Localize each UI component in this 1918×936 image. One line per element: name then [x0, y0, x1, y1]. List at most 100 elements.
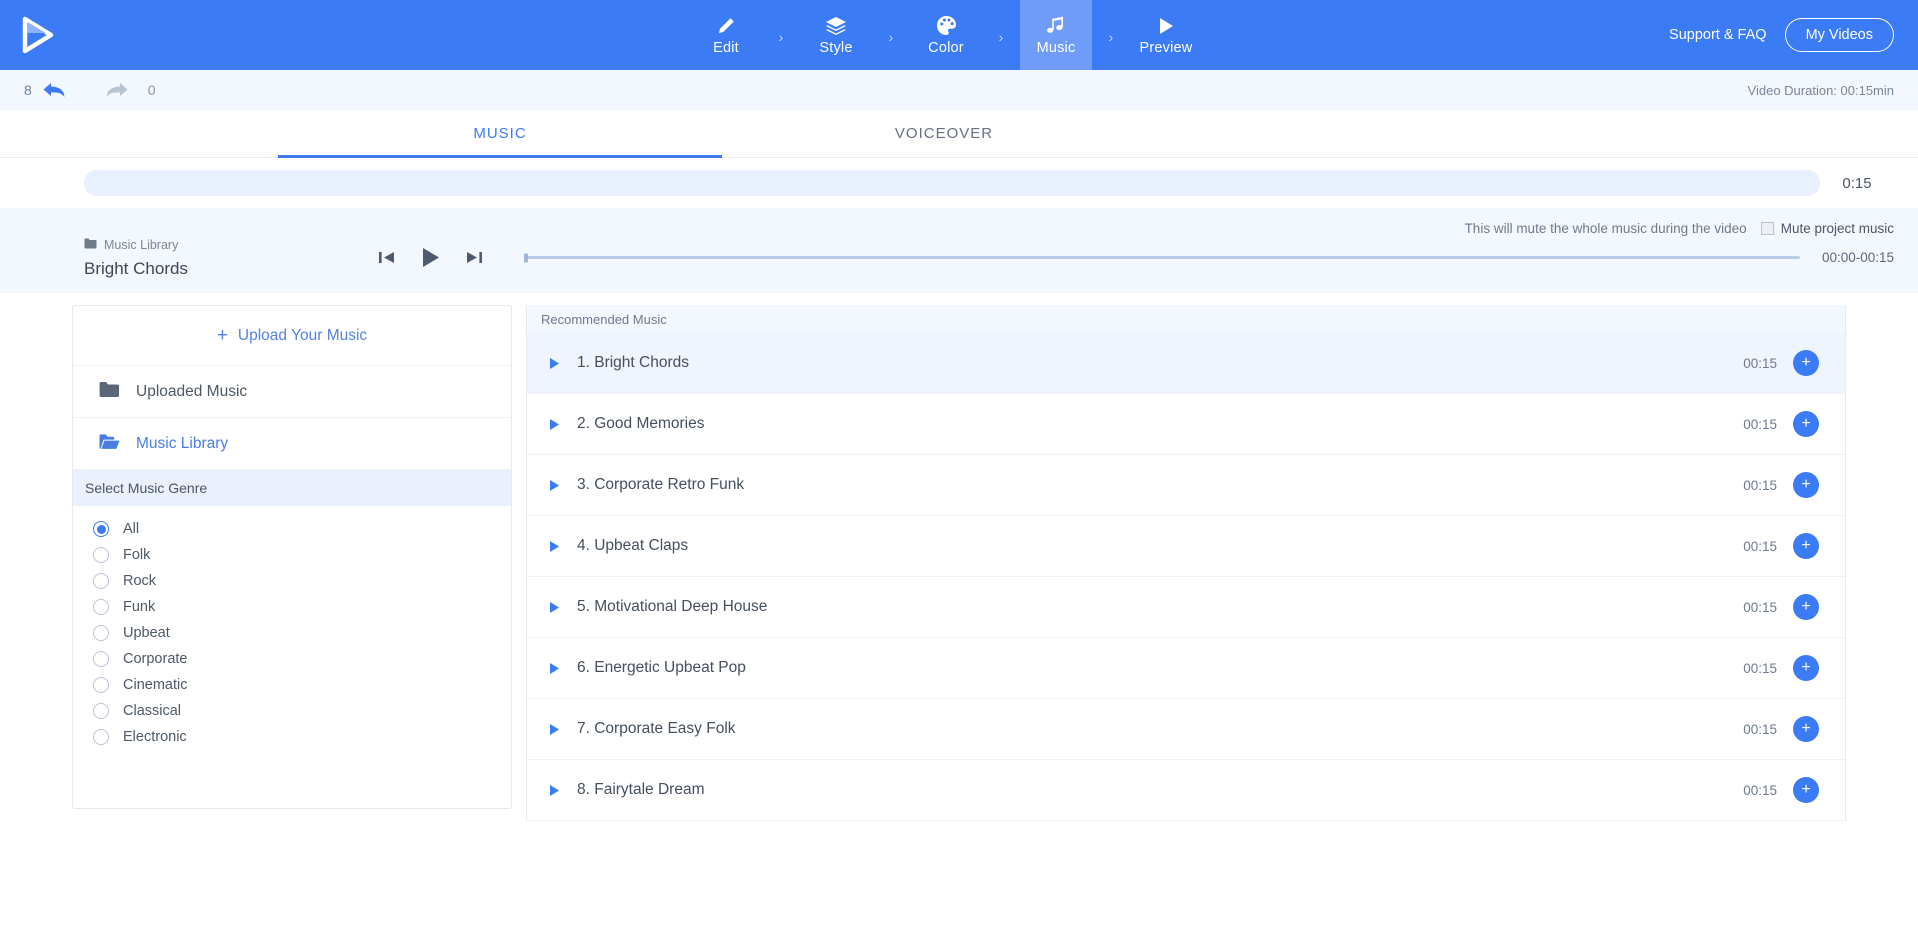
pencil-icon — [716, 15, 736, 37]
skip-back-icon[interactable] — [378, 250, 395, 265]
support-faq-link[interactable]: Support & FAQ — [1669, 27, 1767, 43]
track-duration: 00:15 — [1743, 599, 1777, 615]
track-title: 2. Good Memories — [577, 415, 705, 432]
track-row[interactable]: 8. Fairytale Dream 00:15 + — [527, 760, 1845, 821]
nav-item-color[interactable]: Color — [910, 0, 982, 70]
play-triangle-icon[interactable] — [549, 418, 577, 431]
folder-item-uploaded-music[interactable]: Uploaded Music — [73, 366, 511, 418]
timeline-track[interactable] — [84, 170, 1820, 196]
nav-item-preview[interactable]: Preview — [1130, 0, 1202, 70]
undo-arrow-icon[interactable] — [41, 80, 67, 100]
track-row[interactable]: 2. Good Memories 00:15 + — [527, 394, 1845, 455]
undo-count: 8 — [24, 82, 32, 98]
folder-item-music-library[interactable]: Music Library — [73, 418, 511, 470]
music-player: This will mute the whole music during th… — [0, 208, 1918, 293]
add-track-button[interactable]: + — [1793, 594, 1819, 620]
add-track-button[interactable]: + — [1793, 716, 1819, 742]
play-triangle-icon[interactable] — [549, 723, 577, 736]
genre-option-all[interactable]: All — [73, 516, 511, 542]
header-actions: Support & FAQ My Videos — [1669, 0, 1894, 70]
track-title: 3. Corporate Retro Funk — [577, 476, 745, 493]
my-videos-button[interactable]: My Videos — [1784, 18, 1894, 52]
mute-checkbox[interactable] — [1760, 221, 1774, 235]
track-duration: 00:15 — [1743, 721, 1777, 737]
genre-option-corporate[interactable]: Corporate — [73, 646, 511, 672]
genre-label: Corporate — [123, 651, 188, 667]
folder-closed-icon — [99, 381, 120, 403]
genre-option-funk[interactable]: Funk — [73, 594, 511, 620]
genre-radio[interactable] — [93, 703, 109, 719]
track-title: 8. Fairytale Dream — [577, 781, 705, 798]
skip-forward-icon[interactable] — [466, 250, 483, 265]
genre-option-folk[interactable]: Folk — [73, 542, 511, 568]
play-triangle-icon[interactable] — [549, 357, 577, 370]
genre-option-classical[interactable]: Classical — [73, 698, 511, 724]
tab-music[interactable]: MUSIC — [278, 110, 722, 158]
music-content: + Upload Your Music Uploaded Music Music … — [0, 293, 1918, 821]
nav-item-label: Style — [819, 39, 853, 56]
tab-voiceover[interactable]: VOICEOVER — [722, 110, 1166, 157]
nav-item-music[interactable]: Music — [1020, 0, 1092, 70]
genre-radio[interactable] — [93, 547, 109, 563]
folder-icon — [84, 236, 97, 254]
genre-option-upbeat[interactable]: Upbeat — [73, 620, 511, 646]
genre-radio[interactable] — [93, 625, 109, 641]
track-row[interactable]: 3. Corporate Retro Funk 00:15 + — [527, 455, 1845, 516]
timeline-row: 0:15 — [0, 158, 1918, 208]
genre-radio[interactable] — [93, 599, 109, 615]
track-duration: 00:15 — [1743, 355, 1777, 371]
track-list: 1. Bright Chords 00:15 +2. Good Memories 00… — [527, 333, 1845, 821]
main-nav: Edit › Style › Color › Music › Preview — [690, 0, 1202, 70]
mute-project-music-control[interactable]: Mute project music — [1760, 221, 1894, 236]
genre-label: Electronic — [123, 729, 187, 745]
player-track-meta: Music Library Bright Chords — [84, 236, 320, 279]
genre-radio[interactable] — [93, 651, 109, 667]
add-track-button[interactable]: + — [1793, 777, 1819, 803]
panel-tabs: MUSIC VOICEOVER — [0, 110, 1918, 158]
track-row[interactable]: 5. Motivational Deep House 00:15 + — [527, 577, 1845, 638]
genre-option-rock[interactable]: Rock — [73, 568, 511, 594]
track-title: 4. Upbeat Claps — [577, 537, 689, 554]
upload-your-music-button[interactable]: + Upload Your Music — [73, 306, 511, 366]
play-triangle-icon[interactable] — [549, 540, 577, 553]
app-logo[interactable] — [0, 0, 70, 70]
add-track-button[interactable]: + — [1793, 533, 1819, 559]
track-row[interactable]: 6. Energetic Upbeat Pop 00:15 + — [527, 638, 1845, 699]
chevron-right-icon: › — [998, 29, 1004, 45]
track-duration: 00:15 — [1743, 477, 1777, 493]
play-triangle-icon[interactable] — [549, 479, 577, 492]
nav-item-edit[interactable]: Edit — [690, 0, 762, 70]
track-row[interactable]: 4. Upbeat Claps 00:15 + — [527, 516, 1845, 577]
add-track-button[interactable]: + — [1793, 655, 1819, 681]
play-triangle-icon[interactable] — [549, 601, 577, 614]
folder-item-label: Uploaded Music — [136, 382, 248, 400]
add-track-button[interactable]: + — [1793, 411, 1819, 437]
play-icon[interactable] — [421, 247, 440, 268]
nav-item-style[interactable]: Style — [800, 0, 872, 70]
redo-count: 0 — [147, 82, 156, 98]
redo-arrow-icon[interactable] — [104, 80, 130, 100]
genre-label: Cinematic — [123, 677, 188, 693]
play-triangle-icon[interactable] — [549, 784, 577, 797]
genre-radio[interactable] — [93, 573, 109, 589]
add-track-button[interactable]: + — [1793, 472, 1819, 498]
genre-label: Upbeat — [123, 625, 170, 641]
genre-option-electronic[interactable]: Electronic — [73, 724, 511, 750]
seek-handle[interactable] — [524, 253, 528, 262]
seek-bar[interactable] — [524, 253, 1800, 262]
add-track-button[interactable]: + — [1793, 350, 1819, 376]
genre-radio[interactable] — [93, 521, 109, 537]
play-icon — [1156, 15, 1176, 37]
music-note-icon — [1046, 15, 1066, 37]
recommended-music-header: Recommended Music — [527, 305, 1845, 333]
mute-checkbox-label[interactable]: Mute project music — [1781, 221, 1894, 236]
track-row[interactable]: 1. Bright Chords 00:15 + — [527, 333, 1845, 394]
video-duration-label: Video Duration: 00:15min — [1747, 82, 1894, 98]
track-row[interactable]: 7. Corporate Easy Folk 00:15 + — [527, 699, 1845, 760]
genre-radio[interactable] — [93, 677, 109, 693]
genre-option-cinematic[interactable]: Cinematic — [73, 672, 511, 698]
play-triangle-icon[interactable] — [549, 662, 577, 675]
genre-radio-group: All Folk Rock Funk Upbeat Corporate Cinematic C… — [73, 506, 511, 750]
genre-radio[interactable] — [93, 729, 109, 745]
app-header: Edit › Style › Color › Music › Preview Support &… — [0, 0, 1918, 70]
